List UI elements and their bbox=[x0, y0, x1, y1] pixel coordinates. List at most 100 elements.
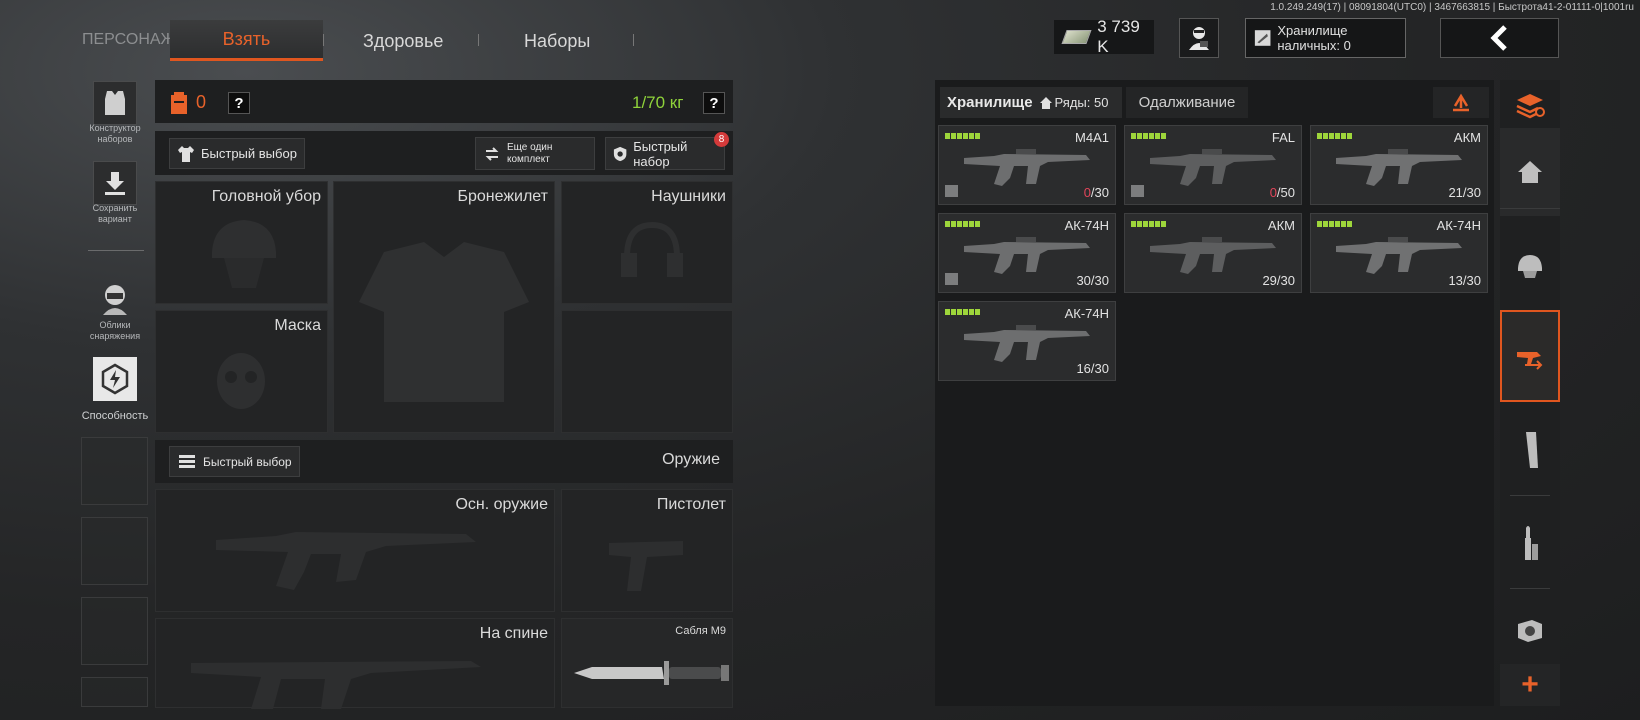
weapon-filter-button[interactable] bbox=[1500, 310, 1560, 402]
plus-icon: + bbox=[1521, 668, 1539, 701]
tab-lending[interactable]: Одалживание bbox=[1126, 87, 1248, 118]
rifle-silhouette-icon bbox=[191, 661, 481, 709]
vest-slot[interactable]: Бронежилет bbox=[333, 181, 555, 433]
stack-icon bbox=[1516, 94, 1545, 119]
durability-bar bbox=[1131, 133, 1167, 139]
storage-item-card[interactable]: FAL 0/50 bbox=[1124, 125, 1302, 205]
ammo-current: 21 bbox=[1448, 185, 1463, 200]
sidebar-divider bbox=[1500, 208, 1560, 209]
save-variant-button[interactable] bbox=[93, 161, 137, 205]
helmet-icon bbox=[1518, 255, 1542, 278]
empty-quick-slot[interactable] bbox=[81, 517, 148, 585]
storage-item-card[interactable]: АК-74Н 30/30 bbox=[938, 213, 1116, 293]
empty-quick-slot[interactable] bbox=[81, 597, 148, 665]
ammo-filter-button[interactable] bbox=[1500, 500, 1560, 588]
storage-item-card[interactable]: АКМ 29/30 bbox=[1124, 213, 1302, 293]
magazine-filter-button[interactable] bbox=[1500, 406, 1560, 494]
knife-icon bbox=[574, 661, 729, 685]
take-weapon-icon bbox=[1517, 352, 1543, 370]
quick-kit-badge: 8 bbox=[714, 132, 729, 147]
mask-slot[interactable]: Маска bbox=[155, 310, 328, 433]
tab-take[interactable]: Взять bbox=[170, 20, 323, 61]
ability-button[interactable] bbox=[93, 357, 137, 401]
ammo-max: /30 bbox=[1090, 273, 1109, 288]
primary-weapon-slot[interactable]: Осн. оружие bbox=[155, 489, 555, 612]
ammo-max: /30 bbox=[1276, 273, 1295, 288]
weapon-name: M4A1 bbox=[1075, 130, 1109, 145]
another-kit-button[interactable]: Еще один комплект bbox=[475, 137, 595, 170]
magazine-icon bbox=[1526, 432, 1538, 468]
storage-item-card[interactable]: АК-74Н 16/30 bbox=[938, 301, 1116, 381]
back-arrow-icon bbox=[1489, 25, 1507, 51]
primary-weapon-label: Осн. оружие bbox=[455, 496, 548, 513]
back-button[interactable] bbox=[1440, 18, 1559, 58]
pistol-slot[interactable]: Пистолет bbox=[561, 489, 733, 612]
helmet-filter-button[interactable] bbox=[1500, 222, 1560, 310]
ammo-max: /30 bbox=[1462, 185, 1481, 200]
tab-divider bbox=[478, 34, 479, 46]
storage-item-card[interactable]: M4A1 0/30 bbox=[938, 125, 1116, 205]
rifle-icon bbox=[1150, 237, 1276, 274]
back-weapon-slot[interactable]: На спине bbox=[155, 618, 555, 709]
help-icon[interactable]: ? bbox=[703, 92, 725, 114]
rifle-icon bbox=[1336, 149, 1462, 186]
weapon-name: АКМ bbox=[1453, 130, 1481, 145]
quick-kit-button[interactable]: Быстрый набор bbox=[605, 137, 725, 170]
tab-storage[interactable]: Хранилище Ряды: 50 bbox=[940, 87, 1122, 118]
gear-skins-button[interactable] bbox=[93, 277, 137, 321]
rifle-icon bbox=[1150, 149, 1276, 186]
kit-builder-button[interactable] bbox=[93, 81, 137, 125]
stack-button[interactable] bbox=[1500, 84, 1560, 128]
add-button[interactable]: + bbox=[1500, 664, 1560, 706]
weapons-title: Оружие bbox=[662, 451, 720, 468]
headwear-slot[interactable]: Головной убор bbox=[155, 181, 328, 304]
storage-item-card[interactable]: АКМ 21/30 bbox=[1310, 125, 1488, 205]
gas-mask-icon bbox=[217, 353, 265, 409]
attachment-filter-button[interactable] bbox=[1500, 590, 1560, 670]
ammo-max: /30 bbox=[1462, 273, 1481, 288]
rifle-silhouette-icon bbox=[216, 532, 476, 590]
cash-storage-button[interactable]: Хранилище наличных: 0 bbox=[1245, 18, 1406, 58]
melee-slot[interactable]: Сабля M9 bbox=[561, 618, 733, 708]
tab-divider bbox=[323, 34, 324, 46]
melee-label: Сабля M9 bbox=[675, 625, 726, 637]
bullet-icon bbox=[1525, 526, 1538, 560]
empty-gear-slot[interactable] bbox=[561, 310, 733, 433]
ammo-count: 0/30 bbox=[1084, 185, 1109, 200]
transfer-button[interactable] bbox=[1433, 87, 1489, 118]
tab-kits[interactable]: Наборы bbox=[524, 31, 590, 52]
ammo-current: 0 bbox=[1269, 185, 1277, 200]
version-info: 1.0.249.249(17) | 08091804(UTC0) | 34676… bbox=[1270, 2, 1634, 13]
helmet-icon bbox=[212, 220, 276, 288]
tab-divider bbox=[633, 34, 634, 46]
ammo-current: 30 bbox=[1076, 273, 1091, 288]
vest-icon bbox=[359, 242, 529, 402]
ammo-current: 29 bbox=[1262, 273, 1277, 288]
empty-quick-slot[interactable] bbox=[81, 437, 148, 505]
sidebar-divider bbox=[1510, 495, 1550, 496]
tab-health[interactable]: Здоровье bbox=[363, 31, 443, 52]
headphones-slot[interactable]: Наушники bbox=[561, 181, 733, 304]
storage-item-card[interactable]: АК-74Н 13/30 bbox=[1310, 213, 1488, 293]
home-filter-button[interactable] bbox=[1500, 128, 1560, 216]
home-icon bbox=[1039, 96, 1052, 109]
help-icon[interactable]: ? bbox=[228, 92, 250, 114]
pistol-label: Пистолет bbox=[656, 496, 726, 513]
swap-icon bbox=[485, 146, 499, 161]
headwear-label: Головной убор bbox=[211, 188, 321, 205]
durability-bar bbox=[945, 309, 981, 315]
gear-skin-icon bbox=[103, 285, 127, 315]
shield-icon bbox=[613, 146, 627, 161]
pistol-silhouette-icon bbox=[609, 541, 683, 591]
empty-quick-slot[interactable] bbox=[81, 677, 148, 707]
quick-select-weapon-button[interactable]: Быстрый выбор bbox=[169, 446, 300, 477]
another-kit-label: Еще один комплект bbox=[507, 141, 553, 165]
headphones-icon bbox=[621, 221, 683, 277]
ammo-count: 30/30 bbox=[1076, 273, 1109, 288]
storage-rows-label: Ряды: 50 bbox=[1054, 95, 1109, 110]
durability-bar bbox=[1317, 221, 1353, 227]
quick-select-gear-button[interactable]: Быстрый выбор bbox=[169, 138, 305, 169]
agent-button[interactable] bbox=[1179, 18, 1219, 58]
save-variant-label: Сохранить вариант bbox=[92, 203, 138, 224]
durability-bar bbox=[945, 221, 981, 227]
